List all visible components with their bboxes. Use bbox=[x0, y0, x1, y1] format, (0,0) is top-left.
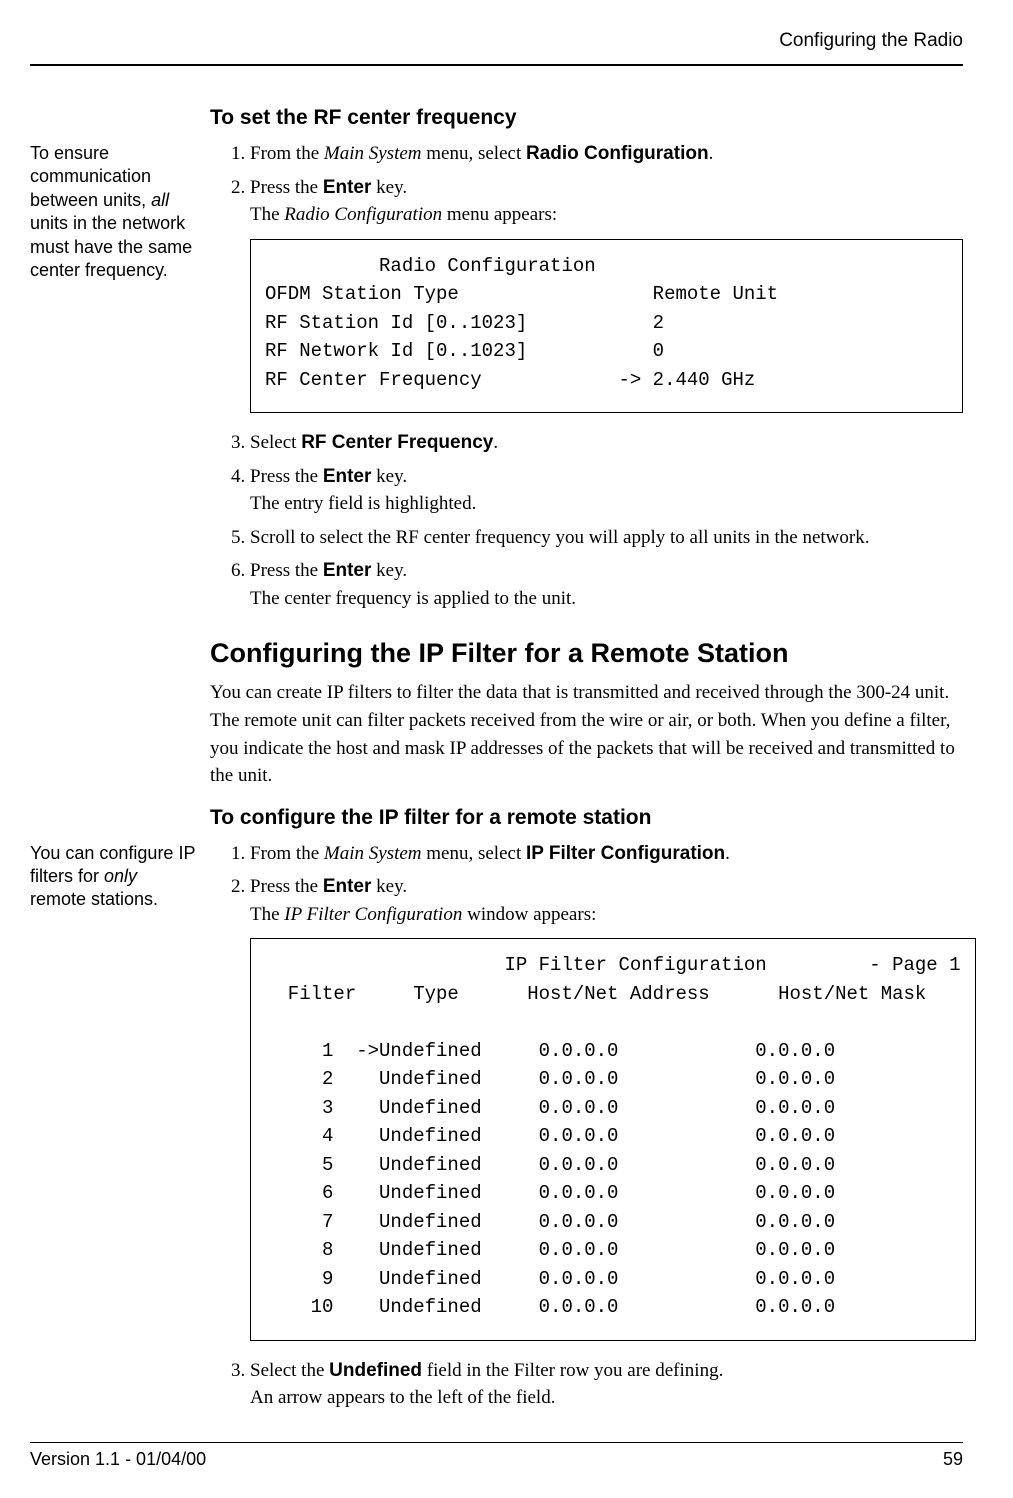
margin-note-text: remote stations. bbox=[30, 889, 158, 909]
margin-note-rf: To ensure communication between units, a… bbox=[30, 142, 198, 282]
steps-list-ip: From the Main System menu, select IP Fil… bbox=[210, 840, 976, 1412]
step-item: Press the Enter key. The Radio Configura… bbox=[250, 174, 963, 414]
margin-note-text: units in the network must have the same … bbox=[30, 213, 192, 280]
steps-list-rf: From the Main System menu, select Radio … bbox=[210, 140, 963, 612]
intro-paragraph: You can create IP filters to filter the … bbox=[210, 679, 963, 789]
terminal-radio-config: Radio Configuration OFDM Station Type Re… bbox=[250, 239, 963, 414]
step-item: Scroll to select the RF center frequency… bbox=[250, 524, 963, 552]
margin-note-ip: You can configure IP filters for only re… bbox=[30, 842, 198, 912]
step-item: From the Main System menu, select IP Fil… bbox=[250, 840, 976, 868]
footer-page-number: 59 bbox=[943, 1449, 963, 1470]
header-rule bbox=[30, 64, 963, 66]
step-item: Press the Enter key. The entry field is … bbox=[250, 463, 963, 518]
header-title: Configuring the Radio bbox=[30, 30, 963, 56]
step-item: Press the Enter key. The center frequenc… bbox=[250, 557, 963, 612]
subheading-set-rf: To set the RF center frequency bbox=[210, 106, 963, 130]
footer-version: Version 1.1 - 01/04/00 bbox=[30, 1449, 206, 1470]
subheading-configure-ip: To configure the IP filter for a remote … bbox=[210, 806, 976, 830]
margin-note-ital: only bbox=[104, 866, 137, 886]
page-footer: Version 1.1 - 01/04/00 59 bbox=[30, 1442, 963, 1470]
heading-ip-filter: Configuring the IP Filter for a Remote S… bbox=[210, 638, 963, 669]
margin-note-ital: all bbox=[151, 190, 169, 210]
step-item: Select the Undefined field in the Filter… bbox=[250, 1357, 976, 1412]
margin-note-text: To ensure communication between units, bbox=[30, 143, 151, 210]
step-item: From the Main System menu, select Radio … bbox=[250, 140, 963, 168]
step-item: Press the Enter key. The IP Filter Confi… bbox=[250, 873, 976, 1341]
terminal-ip-filter: IP Filter Configuration - Page 1 Filter … bbox=[250, 938, 976, 1341]
step-item: Select RF Center Frequency. bbox=[250, 429, 963, 457]
